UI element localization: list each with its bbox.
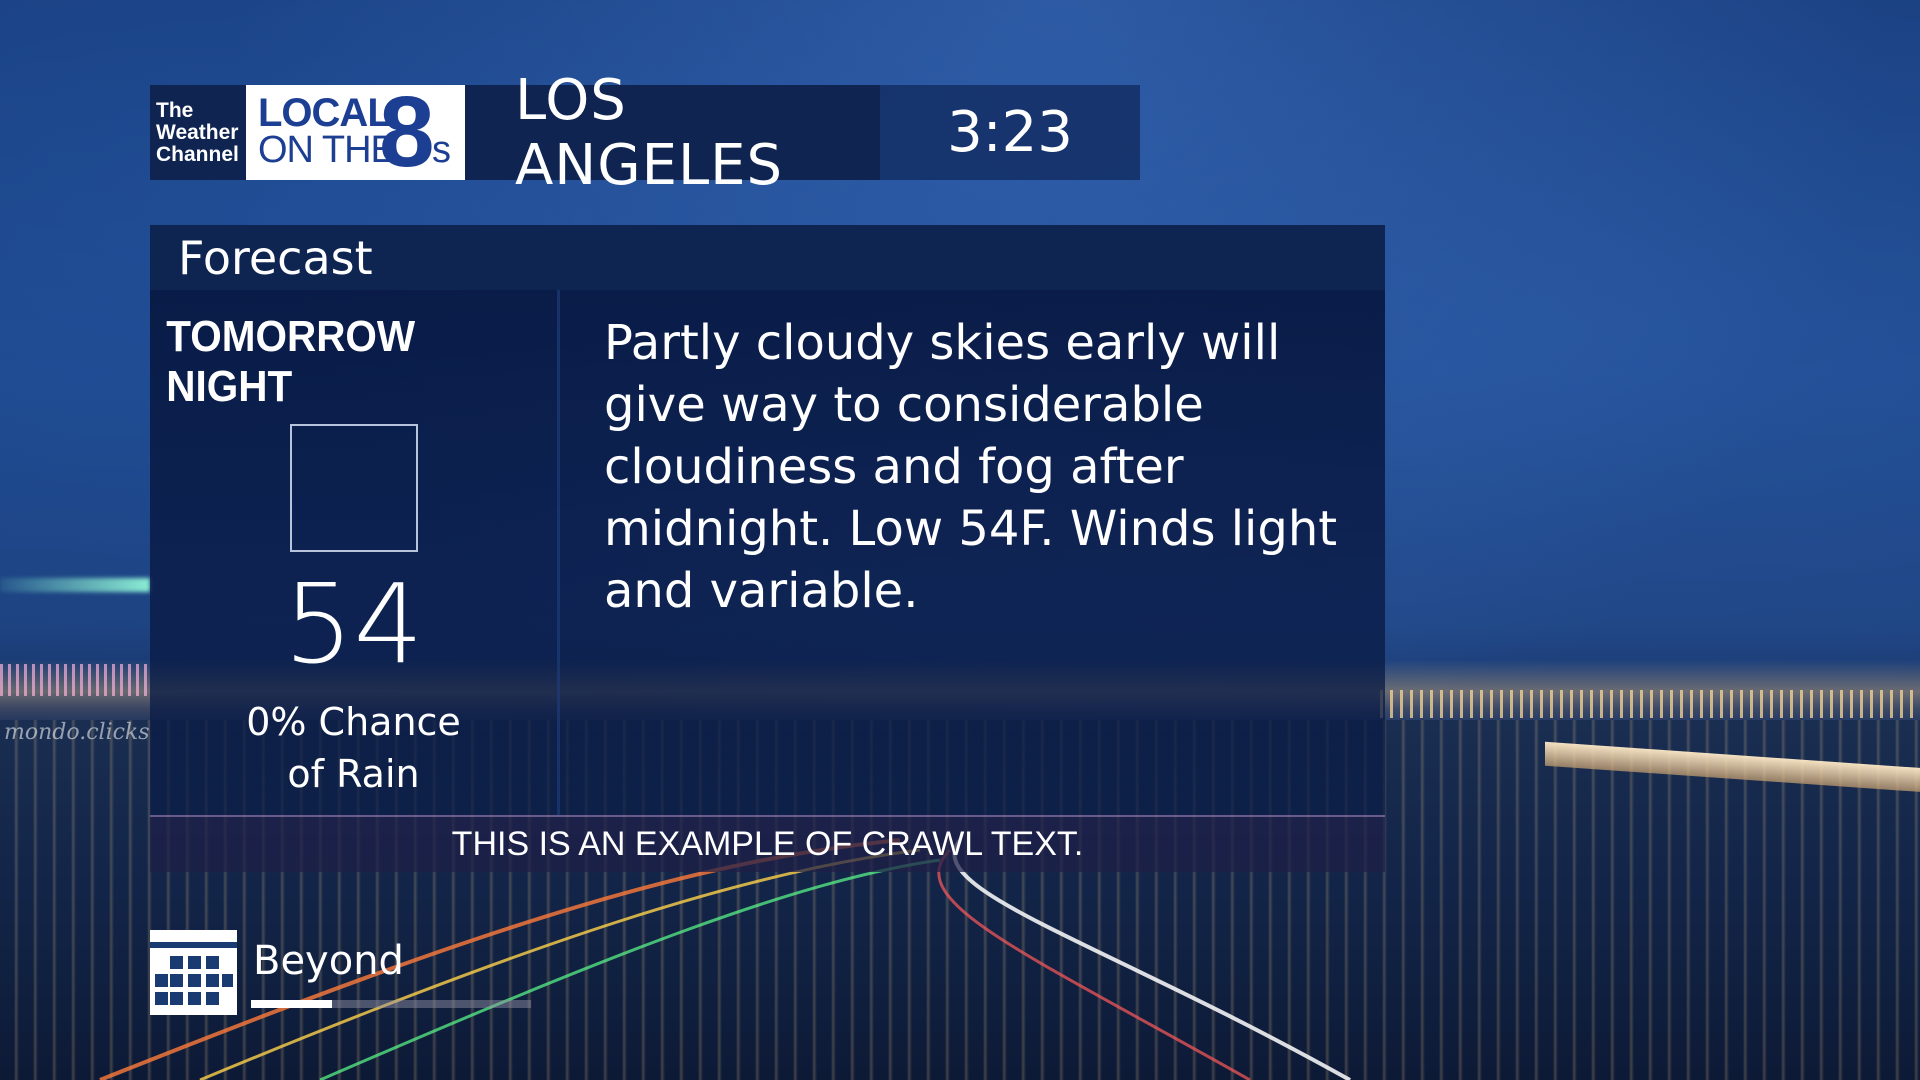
forecast-narrative-area: Partly cloudy skies early will give way … [560,290,1385,815]
lit-bridge [0,664,150,696]
photo-watermark: mondo.clicks [4,720,150,745]
crawl-text: THIS IS AN EXAMPLE OF CRAWL TEXT. [150,815,1385,872]
city-lights [1380,690,1920,718]
weather-channel-logo: The Weather Channel [150,85,246,180]
panel-title: Forecast [150,225,1385,290]
precip-line: of Rain [287,752,420,796]
clock-time: 3:23 [880,85,1140,180]
forecast-narrative: Partly cloudy skies early will give way … [604,315,1338,619]
logo-line: The [156,98,194,122]
precip-chance: 0% Chance of Rain [246,696,461,800]
segment-progress-fill [251,1000,333,1008]
logo-line: Weather [156,120,239,144]
temperature: 54 [283,560,424,688]
logo-word-on-the: ON THE [258,129,396,171]
header-bar: The Weather Channel LOCAL ON THE 8 s LOS… [150,68,1140,198]
forecast-period: TOMORROW NIGHT [166,312,416,411]
calendar-icon [150,930,237,1015]
segment-progress-bar [251,1000,531,1008]
forecast-summary: TOMORROW NIGHT 54 0% Chance of Rain [150,290,560,815]
panel-body: TOMORROW NIGHT 54 0% Chance of Rain Part… [150,290,1385,815]
local-on-the-8s-logo: LOCAL ON THE 8 s [246,76,465,188]
forecast-panel: Forecast TOMORROW NIGHT 54 0% Chance of … [150,225,1385,872]
city-name: LOS ANGELES [465,68,880,198]
logo-number: 8 [379,76,435,188]
precip-line: 0% Chance [246,700,461,744]
logo-line: Channel [156,142,239,166]
light-beam [0,578,150,592]
logo-suffix: s [432,129,451,171]
weather-condition-icon [289,424,418,552]
